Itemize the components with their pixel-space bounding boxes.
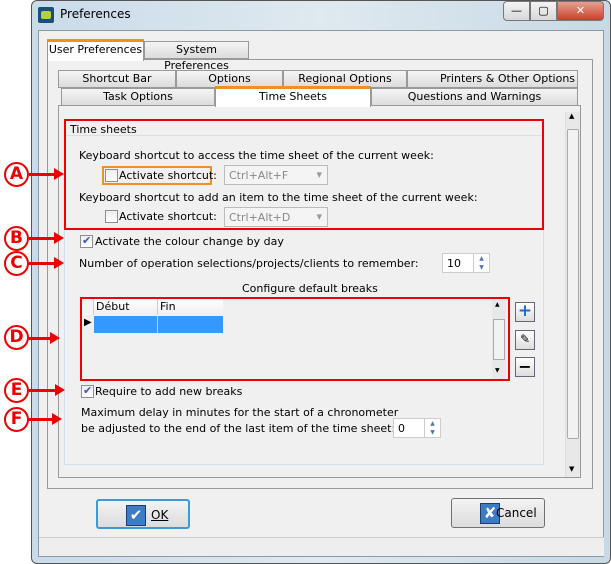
- remove-break-button[interactable]: −: [515, 357, 535, 377]
- spinner-arrows-icon[interactable]: ▲ ▼: [473, 254, 489, 272]
- annotation-d: D: [4, 325, 29, 350]
- spinner-arrows-icon[interactable]: ▲ ▼: [424, 419, 440, 437]
- content-scrollbar[interactable]: ▲ ▼: [565, 112, 580, 477]
- max-delay-value: 0: [398, 422, 405, 435]
- remember-label: Number of operation selections/projects/…: [79, 257, 419, 270]
- scroll-up-icon[interactable]: ▲: [569, 112, 574, 120]
- annotation-b: B: [4, 226, 29, 251]
- row-header-corner: [82, 299, 94, 315]
- scroll-thumb[interactable]: [567, 129, 579, 439]
- tab-questions-and-warnings[interactable]: Questions and Warnings: [371, 88, 578, 106]
- annotation-e: E: [4, 378, 29, 403]
- shortcut1-combo[interactable]: Ctrl+Alt+F: [224, 165, 328, 185]
- remember-value: 10: [447, 257, 461, 270]
- checkmark-icon: ✔: [126, 505, 146, 526]
- arrow-icon: [29, 384, 65, 396]
- scroll-up-icon[interactable]: ▲: [495, 301, 500, 308]
- close-button[interactable]: ✕: [557, 1, 604, 21]
- column-header-fin[interactable]: Fin: [158, 299, 223, 315]
- ok-label: OK: [151, 508, 169, 522]
- minus-icon: −: [518, 357, 532, 376]
- edit-icon: ✎: [519, 332, 531, 346]
- arrow-icon: [29, 168, 64, 180]
- table-cell-debut[interactable]: [94, 316, 158, 333]
- breaks-grid[interactable]: Début Fin ▶ ▲ ▼: [82, 299, 508, 379]
- arrow-icon: [29, 232, 64, 244]
- shortcut2-checkbox[interactable]: [105, 210, 118, 223]
- annotation-c: C: [4, 251, 29, 276]
- arrow-icon: [29, 332, 60, 344]
- tab-time-sheets[interactable]: Time Sheets: [215, 86, 371, 107]
- shortcut2-combo[interactable]: Ctrl+Alt+D: [224, 207, 328, 227]
- ok-button[interactable]: ✔ OK: [96, 499, 190, 529]
- cancel-label: Cancel: [496, 506, 537, 520]
- table-cell-fin[interactable]: [158, 316, 223, 333]
- maximize-button[interactable]: ▢: [530, 1, 557, 21]
- shortcut1-checkbox-label: Activate shortcut:: [119, 169, 217, 182]
- app-icon: [38, 7, 54, 23]
- cancel-button[interactable]: ✘ Cancel: [451, 498, 545, 528]
- grid-scrollbar[interactable]: ▲ ▼: [492, 299, 506, 379]
- shortcut2-checkbox-label: Activate shortcut:: [119, 210, 217, 223]
- current-row-icon: ▶: [84, 317, 92, 328]
- annotation-a: A: [4, 162, 29, 187]
- require-breaks-label: Require to add new breaks: [95, 385, 243, 398]
- scroll-down-icon[interactable]: ▼: [569, 465, 574, 473]
- annotation-f: F: [4, 407, 29, 432]
- group-title: Time sheets: [70, 123, 137, 136]
- grid-scroll-thumb[interactable]: [493, 319, 505, 360]
- max-delay-line2: be adjusted to the end of the last item …: [81, 422, 396, 435]
- tab-user-preferences[interactable]: User Preferences: [47, 39, 144, 61]
- arrow-icon: [29, 257, 64, 269]
- tab-printers-other-options[interactable]: Printers & Other Options: [407, 70, 578, 88]
- status-bar: [39, 537, 604, 556]
- colour-change-checkbox[interactable]: [80, 234, 93, 248]
- max-delay-spinner[interactable]: 0 ▲ ▼: [393, 418, 441, 438]
- remember-spinner[interactable]: 10 ▲ ▼: [442, 253, 490, 273]
- tab-shortcut-bar[interactable]: Shortcut Bar: [58, 70, 176, 88]
- scroll-down-icon[interactable]: ▼: [495, 367, 500, 374]
- window-title: Preferences: [60, 7, 131, 21]
- arrow-icon: [29, 413, 62, 425]
- shortcut1-checkbox[interactable]: [105, 169, 118, 182]
- shortcut2-label: Keyboard shortcut to add an item to the …: [79, 191, 478, 204]
- colour-change-label: Activate the colour change by day: [95, 235, 284, 248]
- tab-system-preferences[interactable]: System Preferences: [144, 41, 249, 72]
- max-delay-line1: Maximum delay in minutes for the start o…: [81, 406, 399, 419]
- add-break-button[interactable]: +: [515, 302, 535, 322]
- plus-icon: +: [517, 301, 533, 321]
- require-breaks-checkbox[interactable]: [81, 384, 94, 398]
- minimize-button[interactable]: —: [503, 1, 530, 21]
- breaks-title: Configure default breaks: [242, 282, 378, 295]
- column-header-debut[interactable]: Début: [94, 299, 158, 315]
- edit-break-button[interactable]: ✎: [515, 330, 535, 350]
- tab-task-options[interactable]: Task Options: [61, 88, 215, 106]
- shortcut1-label: Keyboard shortcut to access the time she…: [79, 149, 434, 162]
